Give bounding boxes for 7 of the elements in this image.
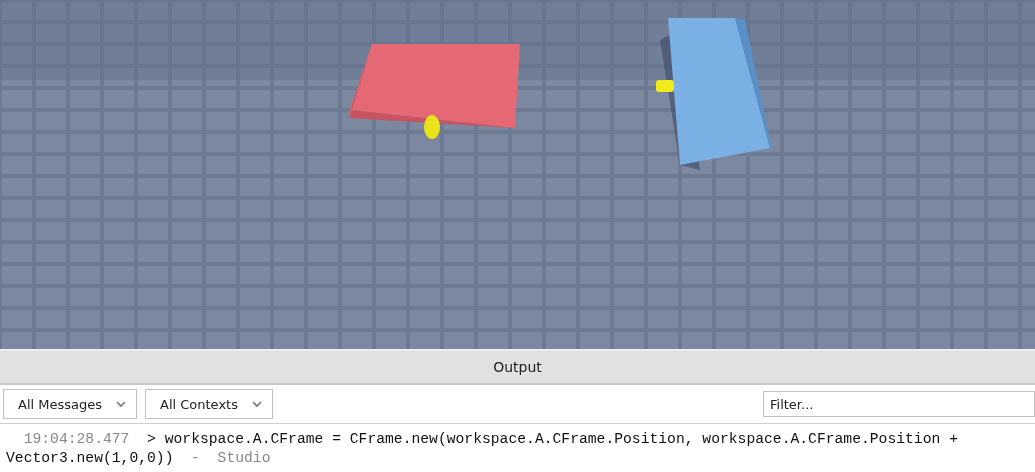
filter-dropdown[interactable]: All Messages (3, 389, 137, 419)
log-entry: 19:04:28.477 > workspace.A.CFrame = CFrame.new(workspace.A.CFrame.Position, workspace.A.CFrame.Position + Vector3.new(1,0,0)) - Studio (6, 430, 959, 468)
caret-icon (251, 400, 262, 408)
caret-icon (116, 400, 126, 408)
filter-field[interactable]: Filter... (763, 391, 1035, 417)
filter-dropdown[interactable]: All Contexts (145, 389, 273, 419)
panel-title: Output (0, 349, 1035, 385)
